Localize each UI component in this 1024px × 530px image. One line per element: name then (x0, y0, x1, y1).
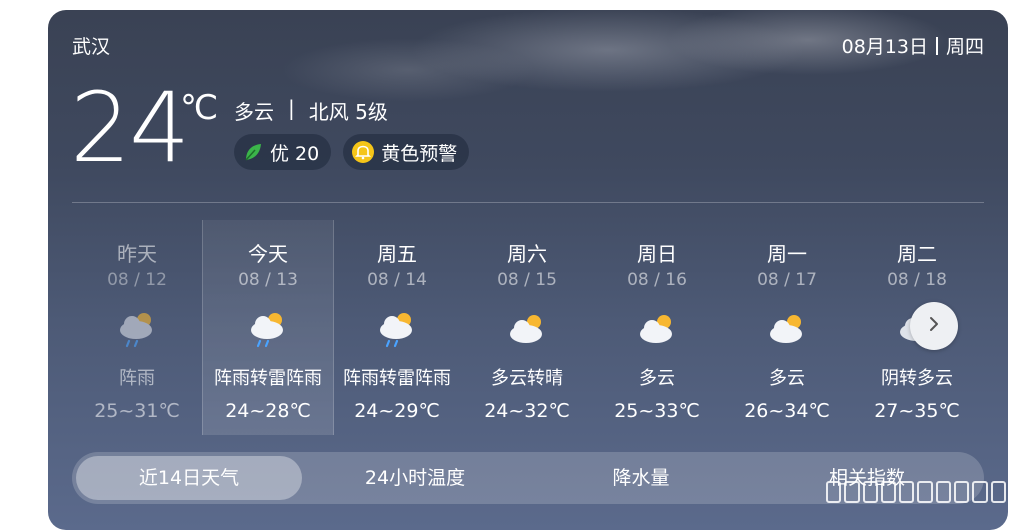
forecast-day-sat[interactable]: 周六 08 / 15 多云转晴 24~32℃ (462, 220, 592, 435)
date-separator (935, 36, 938, 55)
day-date: 08 / 12 (107, 270, 167, 290)
chevron-right-icon (925, 315, 943, 337)
day-description: 阵雨转雷阵雨 (343, 368, 451, 389)
tab-14-day[interactable]: 近14日天气 (76, 456, 302, 500)
day-temperature: 25~31℃ (94, 400, 180, 422)
leaf-icon (242, 141, 264, 163)
forecast-day-today[interactable]: 今天 08 / 13 阵雨转雷阵雨 24~28℃ (202, 220, 334, 435)
bell-icon (351, 140, 375, 164)
date-display: 08月13日 周四 (842, 32, 984, 59)
forecast-day-fri[interactable]: 周五 08 / 14 阵雨转雷阵雨 24~29℃ (332, 220, 462, 435)
header: 武汉 08月13日 周四 (48, 10, 1008, 70)
temperature-unit: ℃ (180, 88, 219, 128)
air-quality-badge[interactable]: 优 20 (234, 134, 332, 170)
day-date: 08 / 13 (238, 270, 298, 290)
partly-cloudy-icon (762, 304, 812, 354)
day-date: 08 / 18 (887, 270, 947, 290)
next-page-button[interactable] (910, 302, 958, 350)
cloud-rain-sun-icon (243, 304, 293, 354)
day-date: 08 / 14 (367, 270, 427, 290)
badges: 优 20 黄色预警 (234, 134, 470, 170)
day-description: 阵雨转雷阵雨 (214, 368, 322, 389)
day-name: 昨天 (117, 242, 157, 266)
tab-24-hour-temp[interactable]: 24小时温度 (302, 456, 528, 500)
date-text: 08月13日 (841, 36, 928, 58)
partly-cloudy-icon (502, 304, 552, 354)
weekday-text: 周四 (945, 36, 984, 58)
wind-text: 北风 5级 (308, 100, 388, 124)
day-temperature: 26~34℃ (744, 400, 830, 422)
day-description: 多云转晴 (491, 368, 563, 389)
watermark (826, 478, 1006, 506)
day-description: 多云 (769, 368, 805, 389)
day-date: 08 / 16 (627, 270, 687, 290)
day-temperature: 27~35℃ (874, 400, 960, 422)
day-description: 多云 (639, 368, 675, 389)
warning-badge[interactable]: 黄色预警 (343, 134, 470, 170)
air-quality-label: 优 20 (270, 142, 320, 165)
forecast-day-mon[interactable]: 周一 08 / 17 多云 26~34℃ (722, 220, 852, 435)
forecast-list: 昨天 08 / 12 阵雨 25~31℃ 今天 08 / 13 阵雨转雷阵雨 2… (72, 220, 984, 435)
day-date: 08 / 15 (497, 270, 557, 290)
day-temperature: 24~28℃ (225, 400, 311, 422)
tab-precipitation[interactable]: 降水量 (528, 456, 754, 500)
day-temperature: 24~32℃ (484, 400, 570, 422)
current-temperature: 24 (70, 72, 190, 184)
partly-cloudy-icon (632, 304, 682, 354)
day-name: 周二 (897, 242, 937, 266)
current-condition-line: 多云 | 北风 5级 (234, 96, 388, 125)
forecast-day-yesterday[interactable]: 昨天 08 / 12 阵雨 25~31℃ (72, 220, 202, 435)
day-name: 今天 (248, 242, 288, 266)
day-description: 阴转多云 (881, 368, 953, 389)
condition-separator: | (288, 96, 295, 120)
condition-text: 多云 (234, 100, 274, 124)
day-name: 周六 (507, 242, 547, 266)
divider (72, 202, 984, 203)
cloud-rain-sun-icon (112, 304, 162, 354)
day-name: 周一 (767, 242, 807, 266)
day-name: 周日 (637, 242, 677, 266)
day-date: 08 / 17 (757, 270, 817, 290)
day-temperature: 25~33℃ (614, 400, 700, 422)
warning-label: 黄色预警 (381, 142, 458, 165)
day-name: 周五 (377, 242, 417, 266)
city-name[interactable]: 武汉 (72, 32, 110, 59)
day-description: 阵雨 (119, 368, 155, 389)
cloud-rain-sun-icon (372, 304, 422, 354)
weather-card: 武汉 08月13日 周四 24 ℃ 多云 | 北风 5级 优 20 黄色预警 昨… (48, 10, 1008, 530)
forecast-day-sun[interactable]: 周日 08 / 16 多云 25~33℃ (592, 220, 722, 435)
day-temperature: 24~29℃ (354, 400, 440, 422)
